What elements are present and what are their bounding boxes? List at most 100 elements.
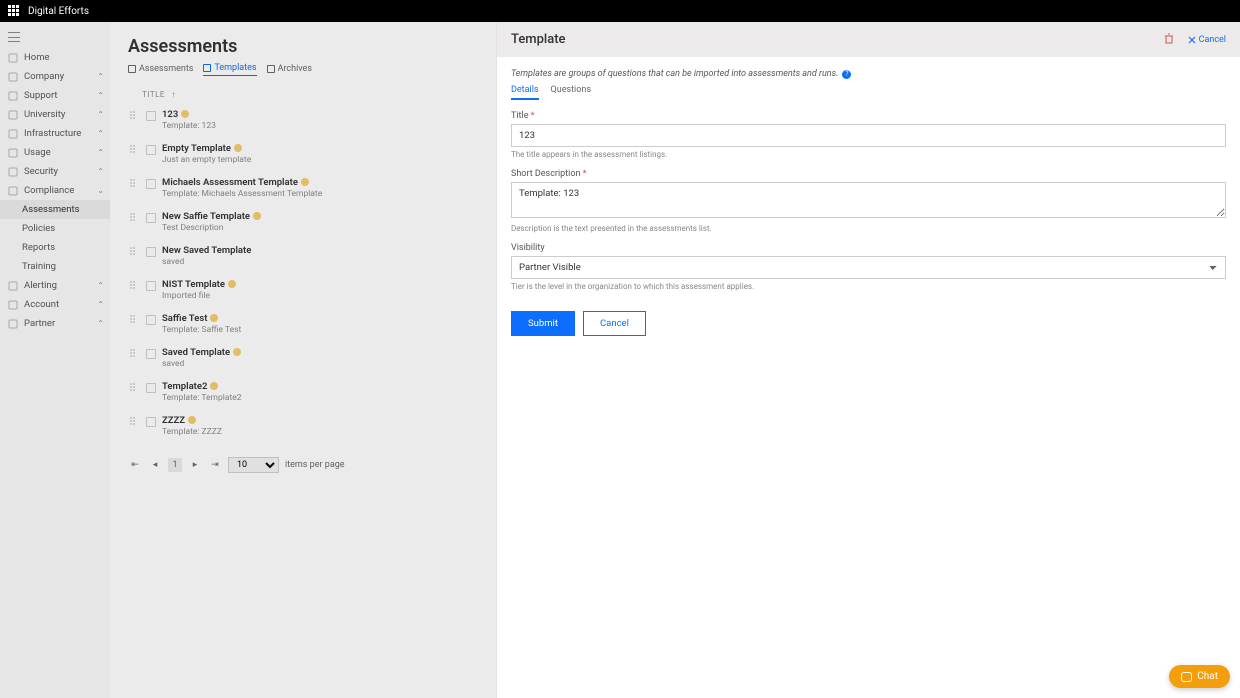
page-size-label: items per page xyxy=(285,460,345,470)
drag-handle-icon[interactable] xyxy=(130,281,140,291)
chat-icon xyxy=(1181,672,1192,682)
drag-handle-icon[interactable] xyxy=(130,111,140,121)
sidebar-item-usage[interactable]: Usage ⌃ xyxy=(0,143,110,162)
drag-handle-icon[interactable] xyxy=(130,383,140,393)
sidebar-item-label: Alerting xyxy=(24,280,57,291)
sort-ascending-icon: ↑ xyxy=(171,90,176,99)
panel-cancel[interactable]: Cancel xyxy=(1188,35,1226,45)
title-input[interactable] xyxy=(511,124,1226,147)
page-size-select[interactable]: 10 xyxy=(228,457,279,473)
nav-icon xyxy=(8,167,18,177)
title-label: Title * xyxy=(511,111,1226,121)
list-icon xyxy=(146,281,156,291)
status-badge xyxy=(210,382,218,390)
status-badge xyxy=(234,144,242,152)
chevron-up-icon: ⌃ xyxy=(97,300,104,309)
template-panel: Template Cancel Templates are groups of … xyxy=(496,22,1240,698)
status-badge xyxy=(301,178,309,186)
pager-prev[interactable]: ◂ xyxy=(148,458,162,472)
panel-intro: Templates are groups of questions that c… xyxy=(511,69,1226,79)
delete-icon[interactable] xyxy=(1164,33,1174,47)
nav-icon xyxy=(8,53,18,63)
sidebar-item-label: Usage xyxy=(24,147,51,158)
sidebar-item-infrastructure[interactable]: Infrastructure⌃ xyxy=(0,124,110,143)
sidebar-subitem-policies[interactable]: Policies xyxy=(0,219,110,238)
chevron-up-icon: ⌃ xyxy=(97,91,104,100)
drag-handle-icon[interactable] xyxy=(130,145,140,155)
panel-header: Template Cancel xyxy=(497,22,1240,57)
sidebar-item-home[interactable]: Home xyxy=(0,48,110,67)
list-icon xyxy=(146,111,156,121)
visibility-hint: Tier is the level in the organization to… xyxy=(511,282,1226,291)
nav-icon xyxy=(8,72,18,82)
menu-toggle[interactable] xyxy=(0,26,110,48)
sidebar-item-label: Security xyxy=(24,166,58,177)
chevron-up-icon: ⌃ xyxy=(97,167,104,176)
sidebar-item-compliance[interactable]: Compliance⌄ xyxy=(0,181,110,200)
drag-handle-icon[interactable] xyxy=(130,179,140,189)
status-badge xyxy=(253,212,261,220)
help-icon[interactable]: ? xyxy=(842,70,851,79)
sidebar-item-company[interactable]: Company⌃ xyxy=(0,67,110,86)
pager-page[interactable]: 1 xyxy=(168,458,182,472)
nav-icon xyxy=(8,186,18,196)
sidebar-item-security[interactable]: Security ⌃ xyxy=(0,162,110,181)
sidebar-item-label: University xyxy=(24,109,65,120)
drag-handle-icon[interactable] xyxy=(130,417,140,427)
visibility-label: Visibility xyxy=(511,243,1226,253)
sidebar-item-account[interactable]: Account ⌃ xyxy=(0,295,110,314)
sidebar-item-label: Account xyxy=(24,299,59,310)
tab-assessments[interactable]: Assessments xyxy=(128,64,193,76)
nav-icon xyxy=(8,129,18,139)
status-badge xyxy=(181,110,189,118)
chevron-up-icon: ⌃ xyxy=(97,319,104,328)
sidebar-subitem-reports[interactable]: Reports xyxy=(0,238,110,257)
chevron-up-icon: ⌃ xyxy=(97,72,104,81)
chevron-down-icon: ⌄ xyxy=(97,186,104,195)
sidebar: HomeCompany⌃Support⌃University⌃Infrastru… xyxy=(0,22,110,698)
panel-title: Template xyxy=(511,32,566,47)
drag-handle-icon[interactable] xyxy=(130,247,140,257)
list-icon xyxy=(146,315,156,325)
sidebar-item-label: Partner xyxy=(24,318,55,329)
tab-details[interactable]: Details xyxy=(511,85,539,100)
desc-label: Short Description * xyxy=(511,169,1226,179)
list-icon xyxy=(146,145,156,155)
chevron-up-icon: ⌃ xyxy=(97,129,104,138)
apps-grid-icon[interactable] xyxy=(8,5,20,17)
sidebar-item-partner[interactable]: Partner ⌃ xyxy=(0,314,110,333)
nav-icon xyxy=(8,91,18,101)
pager-next[interactable]: ▸ xyxy=(188,458,202,472)
submit-button[interactable]: Submit xyxy=(511,311,575,336)
status-badge xyxy=(210,314,218,322)
nav-icon xyxy=(8,281,18,291)
panel-tabs: Details Questions xyxy=(511,85,1226,101)
desc-input[interactable] xyxy=(511,182,1226,218)
drag-handle-icon[interactable] xyxy=(130,349,140,359)
sidebar-item-university[interactable]: University⌃ xyxy=(0,105,110,124)
status-badge xyxy=(188,416,196,424)
drag-handle-icon[interactable] xyxy=(130,213,140,223)
chevron-up-icon: ⌃ xyxy=(97,148,104,157)
sidebar-subitem-assessments[interactable]: Assessments xyxy=(0,200,110,219)
list-icon xyxy=(146,349,156,359)
chevron-up-icon: ⌃ xyxy=(97,281,104,290)
cancel-button[interactable]: Cancel xyxy=(583,311,646,336)
visibility-select[interactable]: Partner Visible xyxy=(511,256,1226,279)
tab-templates[interactable]: Templates xyxy=(203,63,256,76)
list-icon xyxy=(146,417,156,427)
sidebar-item-label: Home xyxy=(24,52,50,63)
drag-handle-icon[interactable] xyxy=(130,315,140,325)
tab-questions[interactable]: Questions xyxy=(551,85,591,100)
list-icon xyxy=(146,383,156,393)
sidebar-subitem-training[interactable]: Training xyxy=(0,257,110,276)
nav-icon xyxy=(8,110,18,120)
pager-first[interactable]: ⇤ xyxy=(128,458,142,472)
chat-widget[interactable]: Chat xyxy=(1169,665,1230,688)
sidebar-item-alerting[interactable]: Alerting ⌃ xyxy=(0,276,110,295)
list-icon xyxy=(146,247,156,257)
tab-archives[interactable]: Archives xyxy=(267,64,312,76)
sidebar-item-support[interactable]: Support⌃ xyxy=(0,86,110,105)
pager-last[interactable]: ⇥ xyxy=(208,458,222,472)
nav-icon xyxy=(8,148,18,158)
